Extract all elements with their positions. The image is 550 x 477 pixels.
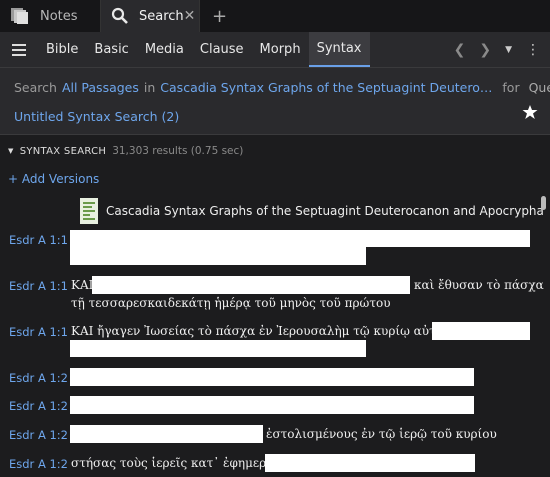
source-header: Cascadia Syntax Graphs of the Septuagint… bbox=[0, 192, 550, 230]
dropdown-icon[interactable]: ▼ bbox=[505, 45, 512, 55]
redacted-text bbox=[92, 276, 410, 294]
source-title: Cascadia Syntax Graphs of the Septuagint… bbox=[106, 204, 544, 218]
redacted-text bbox=[70, 396, 474, 414]
result-row[interactable]: Esdr A 1:2 bbox=[0, 368, 550, 388]
redacted-text bbox=[70, 247, 366, 265]
verse-text: καὶ ἔθυσαν τὸ πάσχα bbox=[414, 278, 544, 292]
query-dropdown[interactable]: Query▼ bbox=[529, 80, 550, 95]
result-count: 31,303 results (0.75 sec) bbox=[112, 145, 244, 157]
add-versions-link[interactable]: + Add Versions bbox=[0, 166, 550, 192]
results-pane: ▼ SYNTAX SEARCH 31,303 results (0.75 sec… bbox=[0, 136, 550, 477]
redacted-text bbox=[70, 368, 474, 386]
notes-icon bbox=[10, 7, 30, 25]
result-row[interactable]: Esdr A 1:2 ἐστολισμένους ἐν τῷ ἱερῷ τοῦ … bbox=[0, 425, 550, 445]
for-word: for bbox=[502, 80, 520, 95]
tab-label: Search bbox=[139, 8, 184, 24]
tab-bar: Notes Search ✕ + bbox=[0, 0, 550, 32]
verse-reference[interactable]: Esdr A 1:1 bbox=[9, 233, 68, 247]
verse-reference[interactable]: Esdr A 1:1 bbox=[9, 279, 68, 293]
tab-search[interactable]: Search ✕ bbox=[100, 0, 200, 32]
section-title: SYNTAX SEARCH bbox=[19, 145, 107, 157]
toolbar-media-button[interactable]: Media bbox=[137, 32, 192, 67]
menu-icon[interactable] bbox=[0, 32, 38, 67]
resource-link[interactable]: Cascadia Syntax Graphs of the Septuagint… bbox=[160, 80, 492, 95]
verse-reference[interactable]: Esdr A 1:1 bbox=[9, 325, 68, 339]
search-toolbar: Bible Basic Media Clause Morph Syntax ❮ … bbox=[0, 32, 550, 68]
search-prefix: Search bbox=[14, 80, 57, 95]
redacted-text bbox=[432, 322, 530, 340]
toolbar-syntax-button[interactable]: Syntax bbox=[308, 32, 370, 67]
verse-reference[interactable]: Esdr A 1:2 bbox=[9, 457, 68, 471]
chevron-left-icon[interactable]: ❮ bbox=[454, 42, 466, 58]
verse-reference[interactable]: Esdr A 1:2 bbox=[9, 399, 68, 413]
verse-text: ΚΑΙ bbox=[71, 278, 94, 292]
search-criteria: Search All Passages in Cascadia Syntax G… bbox=[14, 80, 550, 95]
redacted-text bbox=[265, 454, 475, 472]
redacted-text bbox=[70, 425, 263, 443]
scrollbar-thumb[interactable] bbox=[541, 196, 546, 210]
result-row[interactable]: Esdr A 1:1 ΚΑΙ καὶ ἔθυσαν τὸ πάσχα τῇ τε… bbox=[0, 276, 550, 316]
section-header[interactable]: ▼ SYNTAX SEARCH 31,303 results (0.75 sec… bbox=[0, 136, 550, 166]
verse-text: τῇ τεσσαρεσκαιδεκάτῃ ἡμέρᾳ τοῦ μηνὸς τοῦ… bbox=[71, 296, 391, 310]
verse-text: ΚΑΙ ἤγαγεν Ἰωσείας τὸ πάσχα ἐν Ἰερουσαλὴ… bbox=[71, 324, 475, 338]
search-icon bbox=[111, 7, 129, 25]
redacted-text bbox=[70, 340, 366, 357]
tab-label: Notes bbox=[40, 8, 78, 24]
verse-text: στήσας τοὺς ἱερεῖς κατ᾽ ἐφημερίας bbox=[71, 456, 286, 470]
new-tab-button[interactable]: + bbox=[200, 0, 239, 32]
result-row[interactable]: Esdr A 1:2 στήσας τοὺς ἱερεῖς κατ᾽ ἐφημε… bbox=[0, 454, 550, 474]
result-row[interactable]: Esdr A 1:1 bbox=[0, 230, 550, 270]
toolbar-basic-button[interactable]: Basic bbox=[86, 32, 136, 67]
toolbar-morph-button[interactable]: Morph bbox=[252, 32, 309, 67]
panel-menu-icon[interactable]: ⋮ bbox=[526, 42, 540, 58]
verse-text: ἐστολισμένους ἐν τῷ ἱερῷ τοῦ κυρίου bbox=[266, 427, 497, 441]
toolbar-clause-button[interactable]: Clause bbox=[192, 32, 252, 67]
tab-notes[interactable]: Notes bbox=[0, 0, 100, 32]
search-panel: Search All Passages in Cascadia Syntax G… bbox=[0, 68, 550, 135]
history-nav: ❮ ❯ ▼ ⋮ bbox=[454, 42, 550, 58]
scope-link[interactable]: All Passages bbox=[62, 80, 139, 95]
query-label: Query bbox=[528, 80, 550, 95]
verse-reference[interactable]: Esdr A 1:2 bbox=[9, 428, 68, 442]
close-icon[interactable]: ✕ bbox=[184, 8, 196, 24]
verse-reference[interactable]: Esdr A 1:2 bbox=[9, 371, 68, 385]
redacted-text bbox=[70, 230, 530, 247]
saved-search-link[interactable]: Untitled Syntax Search (2) bbox=[14, 109, 536, 124]
result-row[interactable]: Esdr A 1:1 ΚΑΙ ἤγαγεν Ἰωσείας τὸ πάσχα ἐ… bbox=[0, 322, 550, 362]
toolbar-bible-button[interactable]: Bible bbox=[38, 32, 86, 67]
collapse-triangle-icon[interactable]: ▼ bbox=[8, 147, 14, 155]
chevron-right-icon[interactable]: ❯ bbox=[479, 42, 491, 58]
resource-thumbnail bbox=[80, 198, 98, 224]
plus-icon: + bbox=[212, 5, 228, 27]
in-word: in bbox=[143, 80, 156, 95]
favorite-star-icon[interactable] bbox=[522, 104, 538, 124]
result-row[interactable]: Esdr A 1:2 bbox=[0, 396, 550, 416]
